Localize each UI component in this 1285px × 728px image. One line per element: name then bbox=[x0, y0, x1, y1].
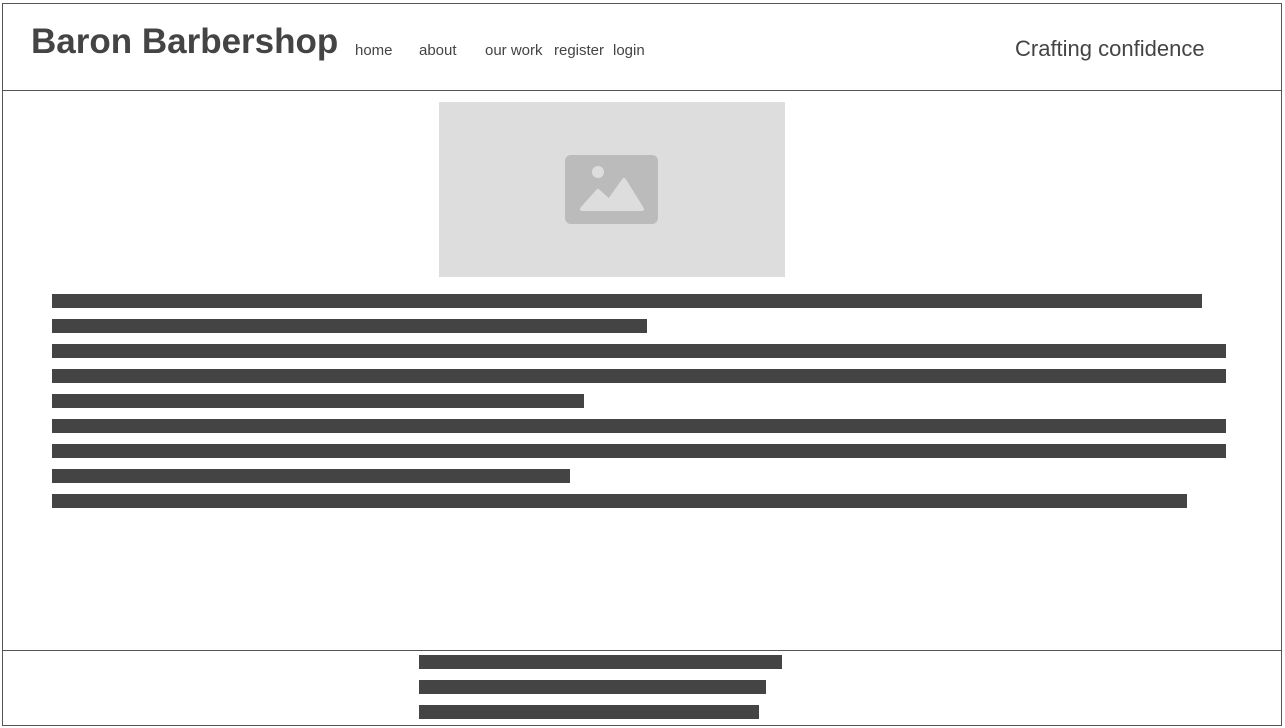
site-header: Baron Barbershop home about our work reg… bbox=[3, 4, 1281, 91]
text-line-placeholder bbox=[52, 369, 1226, 383]
text-line-placeholder bbox=[52, 444, 1226, 458]
text-line-placeholder bbox=[52, 394, 584, 408]
nav-link-login[interactable]: login bbox=[613, 42, 645, 60]
site-footer bbox=[3, 650, 1281, 726]
nav-link-about[interactable]: about bbox=[419, 42, 457, 60]
hero-image-placeholder bbox=[439, 102, 785, 277]
text-line-placeholder bbox=[52, 469, 570, 483]
footer-line-placeholder bbox=[419, 680, 766, 694]
site-title[interactable]: Baron Barbershop bbox=[31, 21, 338, 63]
footer-line-placeholder bbox=[419, 655, 782, 669]
tagline: Crafting confidence bbox=[1015, 36, 1205, 61]
text-line-placeholder bbox=[52, 294, 1202, 308]
page-frame: Baron Barbershop home about our work reg… bbox=[2, 3, 1282, 726]
footer-line-placeholder bbox=[419, 705, 759, 719]
text-line-placeholder bbox=[52, 494, 1187, 508]
text-line-placeholder bbox=[52, 419, 1226, 433]
image-placeholder-icon bbox=[565, 155, 658, 224]
nav-link-our-work[interactable]: our work bbox=[485, 42, 543, 60]
nav-link-register[interactable]: register bbox=[554, 42, 604, 60]
text-line-placeholder bbox=[52, 319, 647, 333]
nav-link-home[interactable]: home bbox=[355, 42, 393, 60]
text-line-placeholder bbox=[52, 344, 1226, 358]
